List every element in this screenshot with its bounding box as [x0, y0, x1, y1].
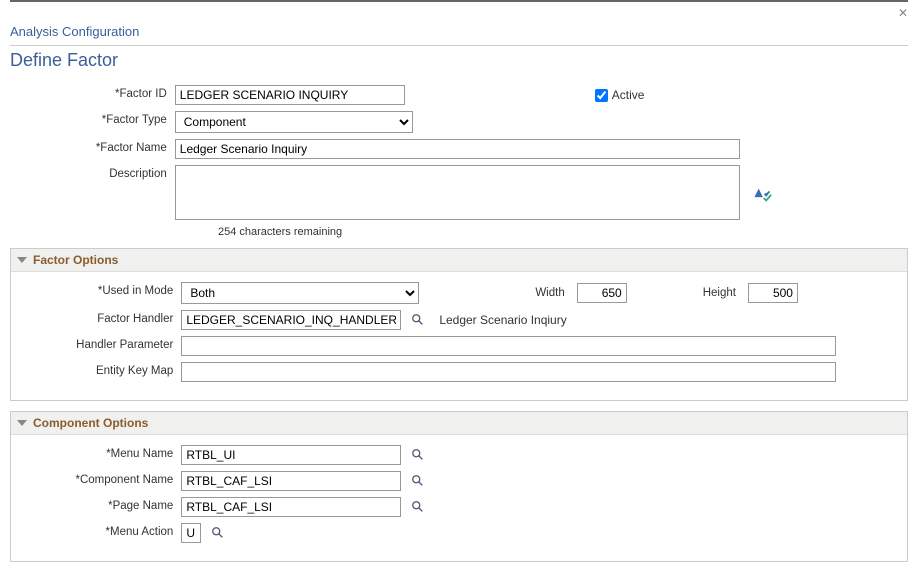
used-in-mode-select[interactable]: Both	[181, 282, 419, 304]
handler-parameter-input[interactable]	[181, 336, 836, 356]
label-factor-type: Factor Type	[10, 111, 175, 126]
label-factor-handler: Factor Handler	[17, 310, 181, 325]
height-input[interactable]	[748, 283, 798, 303]
page-title: Define Factor	[10, 50, 908, 71]
lookup-icon[interactable]	[211, 526, 225, 540]
lookup-icon[interactable]	[411, 313, 425, 327]
label-description: Description	[10, 165, 175, 180]
lookup-icon[interactable]	[411, 448, 425, 462]
collapse-icon	[17, 420, 27, 426]
label-entity-key-map: Entity Key Map	[17, 362, 181, 377]
component-options-header[interactable]: Component Options	[11, 412, 907, 435]
description-textarea[interactable]	[175, 165, 740, 220]
factor-options-header[interactable]: Factor Options	[11, 249, 907, 272]
lookup-icon[interactable]	[411, 474, 425, 488]
label-factor-id: Factor ID	[10, 85, 175, 100]
active-checkbox[interactable]	[595, 89, 608, 102]
label-page-name: Page Name	[17, 497, 181, 512]
entity-key-map-input[interactable]	[181, 362, 836, 382]
label-menu-name: Menu Name	[17, 445, 181, 460]
factor-handler-input[interactable]	[181, 310, 401, 330]
label-active: Active	[612, 88, 645, 102]
width-input[interactable]	[577, 283, 627, 303]
page-name-input[interactable]	[181, 497, 401, 517]
factor-id-input[interactable]	[175, 85, 405, 105]
collapse-icon	[17, 257, 27, 263]
spellcheck-icon[interactable]	[752, 183, 772, 203]
menu-name-input[interactable]	[181, 445, 401, 465]
menu-action-input[interactable]	[181, 523, 201, 543]
close-icon[interactable]: ✕	[898, 6, 908, 20]
label-used-in-mode: Used in Mode	[17, 282, 181, 297]
label-handler-parameter: Handler Parameter	[17, 336, 181, 351]
component-name-input[interactable]	[181, 471, 401, 491]
label-component-name: Component Name	[17, 471, 181, 486]
lookup-icon[interactable]	[411, 500, 425, 514]
label-width: Width	[535, 287, 564, 299]
factor-handler-desc: Ledger Scenario Inqiury	[439, 313, 566, 327]
factor-options-section: Factor Options Used in Mode Both Width H…	[10, 248, 908, 401]
label-height: Height	[703, 287, 736, 299]
label-menu-action: Menu Action	[17, 523, 181, 538]
label-factor-name: Factor Name	[10, 139, 175, 154]
factor-options-title: Factor Options	[33, 253, 118, 267]
component-options-title: Component Options	[33, 416, 148, 430]
breadcrumb[interactable]: Analysis Configuration	[10, 24, 908, 46]
factor-name-input[interactable]	[175, 139, 740, 159]
window-topbar: ✕	[10, 0, 908, 18]
component-options-section: Component Options Menu Name Component Na…	[10, 411, 908, 562]
factor-type-select[interactable]: Component	[175, 111, 413, 133]
char-remaining: 254 characters remaining	[218, 226, 908, 238]
